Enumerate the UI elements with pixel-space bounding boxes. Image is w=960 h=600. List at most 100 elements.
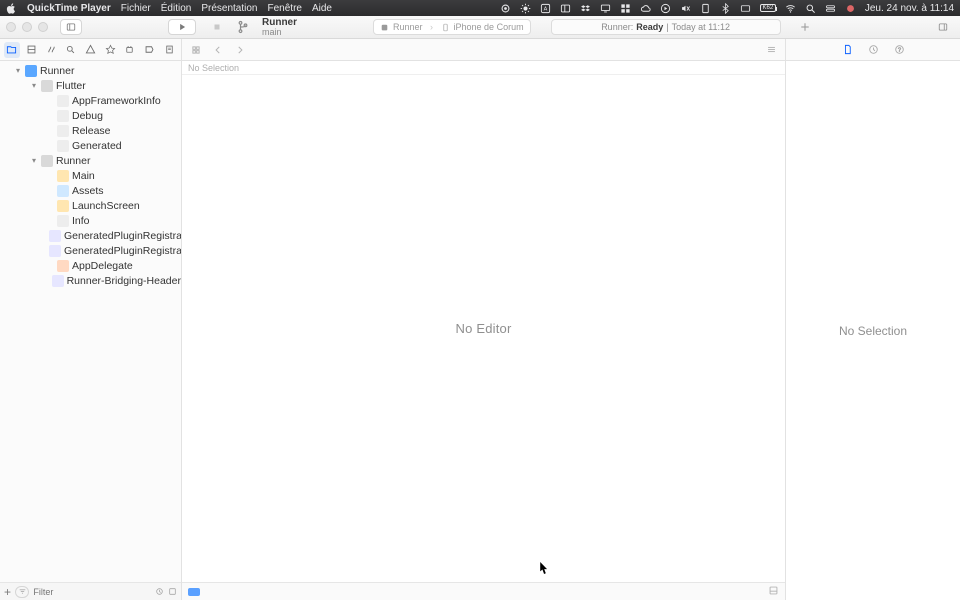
issue-navigator-tab[interactable] xyxy=(83,42,99,58)
menu-file[interactable]: Fichier xyxy=(121,3,151,14)
status-scheme: Runner: xyxy=(601,22,633,32)
spotlight-icon[interactable] xyxy=(805,3,816,14)
objc-file-icon xyxy=(49,245,61,257)
go-back-button[interactable] xyxy=(210,42,226,58)
help-inspector-tab[interactable]: ? xyxy=(891,42,907,58)
tree-item[interactable]: GeneratedPluginRegistrant xyxy=(0,243,181,258)
tree-item[interactable]: Debug xyxy=(0,108,181,123)
menu-help[interactable]: Aide xyxy=(312,3,332,14)
navigator-toggle-button[interactable] xyxy=(60,19,82,35)
tree-label: GeneratedPluginRegistrant xyxy=(64,230,181,242)
window-close-button[interactable] xyxy=(6,22,16,32)
run-destination-selector[interactable]: Runner › iPhone de Corum xyxy=(373,19,531,35)
notification-icon[interactable] xyxy=(845,3,856,14)
tree-group-flutter[interactable]: ▾Flutter xyxy=(0,78,181,93)
tree-label: AppFrameworkInfo xyxy=(72,95,161,107)
tree-item[interactable]: Main xyxy=(0,168,181,183)
tree-label: Assets xyxy=(72,185,104,197)
plist-icon xyxy=(57,215,69,227)
filter-input[interactable] xyxy=(33,587,150,597)
tree-item[interactable]: Release xyxy=(0,123,181,138)
symbol-navigator-tab[interactable] xyxy=(43,42,59,58)
menubar-clock[interactable]: Jeu. 24 nov. à 11:14 xyxy=(865,3,954,14)
brightness-icon[interactable] xyxy=(520,3,531,14)
jump-bar-text: No Selection xyxy=(188,63,239,73)
disclosure-triangle-icon[interactable]: ▾ xyxy=(30,81,38,90)
breakpoint-navigator-tab[interactable] xyxy=(142,42,158,58)
device-iphone-icon xyxy=(441,23,450,32)
run-button[interactable] xyxy=(168,19,196,35)
report-navigator-tab[interactable] xyxy=(161,42,177,58)
test-navigator-tab[interactable] xyxy=(102,42,118,58)
wifi-icon[interactable] xyxy=(785,3,796,14)
scheme-selector[interactable]: Runner main xyxy=(262,18,297,37)
dropbox-icon[interactable] xyxy=(580,3,591,14)
menu-window[interactable]: Fenêtre xyxy=(268,3,302,14)
control-center-icon[interactable] xyxy=(825,3,836,14)
editor-options-button[interactable] xyxy=(763,42,779,58)
disclosure-triangle-icon[interactable]: ▾ xyxy=(14,66,22,75)
xcconfig-icon xyxy=(57,140,69,152)
dock-icon[interactable] xyxy=(700,3,711,14)
go-forward-button[interactable] xyxy=(232,42,248,58)
project-navigator: ▾Runner ▾Flutter AppFrameworkInfo Debug … xyxy=(0,61,182,600)
library-button[interactable] xyxy=(932,19,954,35)
window-zoom-button[interactable] xyxy=(38,22,48,32)
battery-indicator[interactable]: K62 xyxy=(760,4,776,12)
file-inspector-tab[interactable] xyxy=(839,42,855,58)
source-control-branch-icon[interactable] xyxy=(238,17,250,37)
debug-area-toggle[interactable] xyxy=(768,583,779,600)
cloud-icon[interactable] xyxy=(640,3,651,14)
menuextra-a-icon[interactable]: A xyxy=(540,3,551,14)
breakpoints-toggle[interactable] xyxy=(188,588,200,596)
apple-menu[interactable] xyxy=(6,3,17,14)
grid-icon[interactable] xyxy=(620,3,631,14)
tree-item[interactable]: LaunchScreen xyxy=(0,198,181,213)
window-minimize-button[interactable] xyxy=(22,22,32,32)
sidebar-toggle-icon[interactable] xyxy=(560,3,571,14)
tree-project-root[interactable]: ▾Runner xyxy=(0,63,181,78)
tree-group-runner[interactable]: ▾Runner xyxy=(0,153,181,168)
history-inspector-tab[interactable] xyxy=(865,42,881,58)
play-circle-icon[interactable] xyxy=(660,3,671,14)
scm-filter-button[interactable] xyxy=(168,586,177,598)
bluetooth-icon[interactable] xyxy=(720,3,731,14)
tree-item[interactable]: Generated xyxy=(0,138,181,153)
inspector-selector: ? xyxy=(786,39,960,60)
stop-button[interactable] xyxy=(206,19,228,35)
tree-item[interactable]: GeneratedPluginRegistrant xyxy=(0,228,181,243)
tree-label: AppDelegate xyxy=(72,260,133,272)
tree-item[interactable]: Runner-Bridging-Header xyxy=(0,273,181,288)
scope-filter-button[interactable] xyxy=(15,586,29,598)
project-navigator-tab[interactable] xyxy=(4,42,20,58)
xcode-window: Runner main Runner › iPhone de Corum Run… xyxy=(0,16,960,600)
debug-navigator-tab[interactable] xyxy=(122,42,138,58)
tree-item[interactable]: AppFrameworkInfo xyxy=(0,93,181,108)
battery-text: K62 xyxy=(763,5,774,11)
inspector-area: No Selection xyxy=(786,61,960,600)
mouse-cursor-icon xyxy=(540,561,549,573)
related-items-button[interactable] xyxy=(188,42,204,58)
menu-edit[interactable]: Édition xyxy=(161,3,192,14)
source-control-navigator-tab[interactable] xyxy=(24,42,40,58)
file-tree[interactable]: ▾Runner ▾Flutter AppFrameworkInfo Debug … xyxy=(0,61,181,582)
folder-icon xyxy=(41,80,53,92)
menubar-app-name[interactable]: QuickTime Player xyxy=(27,3,111,14)
find-navigator-tab[interactable] xyxy=(63,42,79,58)
add-file-button[interactable]: + xyxy=(4,585,11,599)
menu-view[interactable]: Présentation xyxy=(201,3,257,14)
disclosure-triangle-icon[interactable]: ▾ xyxy=(30,156,38,165)
record-icon[interactable] xyxy=(500,3,511,14)
header-file-icon xyxy=(52,275,64,287)
add-button[interactable] xyxy=(795,19,815,35)
screen-icon[interactable] xyxy=(600,3,611,14)
keyboard-layout-icon[interactable] xyxy=(740,3,751,14)
tree-item[interactable]: AppDelegate xyxy=(0,258,181,273)
recent-filter-button[interactable] xyxy=(154,586,163,598)
tree-item[interactable]: Assets xyxy=(0,183,181,198)
jump-bar[interactable]: No Selection xyxy=(182,61,785,75)
tree-item[interactable]: Info xyxy=(0,213,181,228)
tree-label: Release xyxy=(72,125,111,137)
volume-mute-icon[interactable] xyxy=(680,3,691,14)
navigator-selector xyxy=(0,39,182,60)
